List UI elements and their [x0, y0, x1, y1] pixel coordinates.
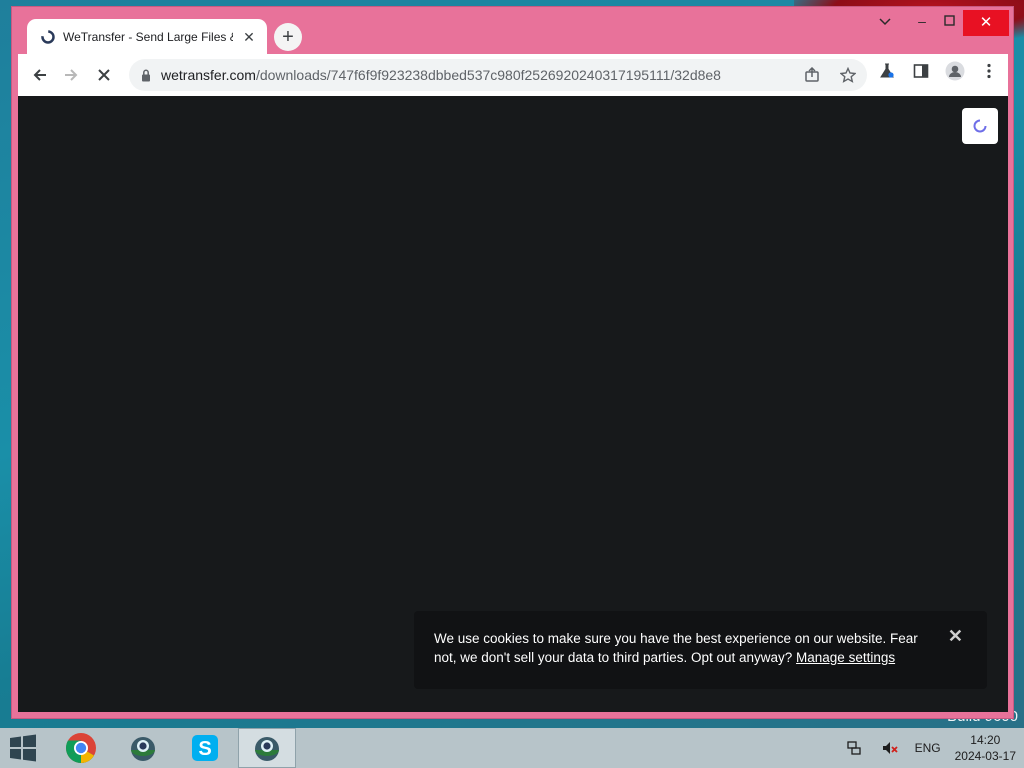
- profile-avatar-icon[interactable]: [944, 60, 966, 82]
- cookie-close-icon[interactable]: ✕: [948, 627, 963, 646]
- url-host: wetransfer.com: [161, 67, 256, 83]
- manage-settings-link[interactable]: Manage settings: [796, 650, 895, 665]
- network-app-active-taskbar-icon[interactable]: [238, 728, 296, 768]
- network-app-taskbar-icon[interactable]: [114, 728, 172, 768]
- bookmark-star-icon[interactable]: [837, 64, 859, 86]
- labs-flask-icon[interactable]: [876, 60, 898, 82]
- system-tray: ENG 14:20 2024-03-17: [843, 728, 1016, 768]
- loading-spinner-icon: [962, 108, 998, 144]
- chrome-taskbar-icon[interactable]: [52, 728, 110, 768]
- back-icon[interactable]: [25, 60, 55, 90]
- wetransfer-icon: [41, 30, 55, 44]
- cookie-banner: We use cookies to make sure you have the…: [414, 611, 987, 689]
- clock-date: 2024-03-17: [954, 749, 1016, 763]
- close-window-button[interactable]: ✕: [963, 10, 1009, 36]
- tab-wetransfer[interactable]: WeTransfer - Send Large Files & ✕: [27, 19, 267, 55]
- network-status-icon[interactable]: [843, 737, 865, 759]
- tab-search-icon[interactable]: [870, 13, 900, 29]
- skype-taskbar-icon[interactable]: S: [176, 728, 234, 768]
- page-content: We use cookies to make sure you have the…: [18, 96, 1008, 712]
- clock-time: 14:20: [970, 733, 1001, 747]
- maximize-button[interactable]: [934, 13, 964, 29]
- new-tab-button[interactable]: +: [274, 23, 302, 51]
- browser-toolbar: wetransfer.com/downloads/747f6f9f923238d…: [18, 54, 1008, 96]
- windows-start-icon[interactable]: [8, 734, 40, 762]
- url-path: /downloads/747f6f9f923238dbbed537c980f25…: [255, 67, 721, 83]
- taskbar: S ENG 14:20 2024-03-17: [0, 728, 1024, 768]
- browser-window: WeTransfer - Send Large Files & ✕ + – ✕ …: [11, 6, 1014, 719]
- minimize-button[interactable]: –: [907, 13, 937, 29]
- tab-title: WeTransfer - Send Large Files &: [63, 30, 233, 44]
- clock[interactable]: 14:20 2024-03-17: [955, 732, 1016, 764]
- side-panel-icon[interactable]: [910, 60, 932, 82]
- more-menu-icon[interactable]: [978, 60, 1000, 82]
- forward-icon[interactable]: [56, 60, 86, 90]
- volume-muted-icon[interactable]: [879, 737, 901, 759]
- share-icon[interactable]: [801, 64, 823, 86]
- tab-close-icon[interactable]: ✕: [241, 29, 257, 46]
- title-bar: WeTransfer - Send Large Files & ✕ + – ✕: [12, 7, 1013, 55]
- address-bar[interactable]: wetransfer.com/downloads/747f6f9f923238d…: [129, 59, 867, 91]
- stop-loading-icon[interactable]: [89, 60, 119, 90]
- svg-text:S: S: [198, 738, 211, 760]
- input-language[interactable]: ENG: [915, 741, 941, 755]
- lock-icon[interactable]: [141, 69, 151, 82]
